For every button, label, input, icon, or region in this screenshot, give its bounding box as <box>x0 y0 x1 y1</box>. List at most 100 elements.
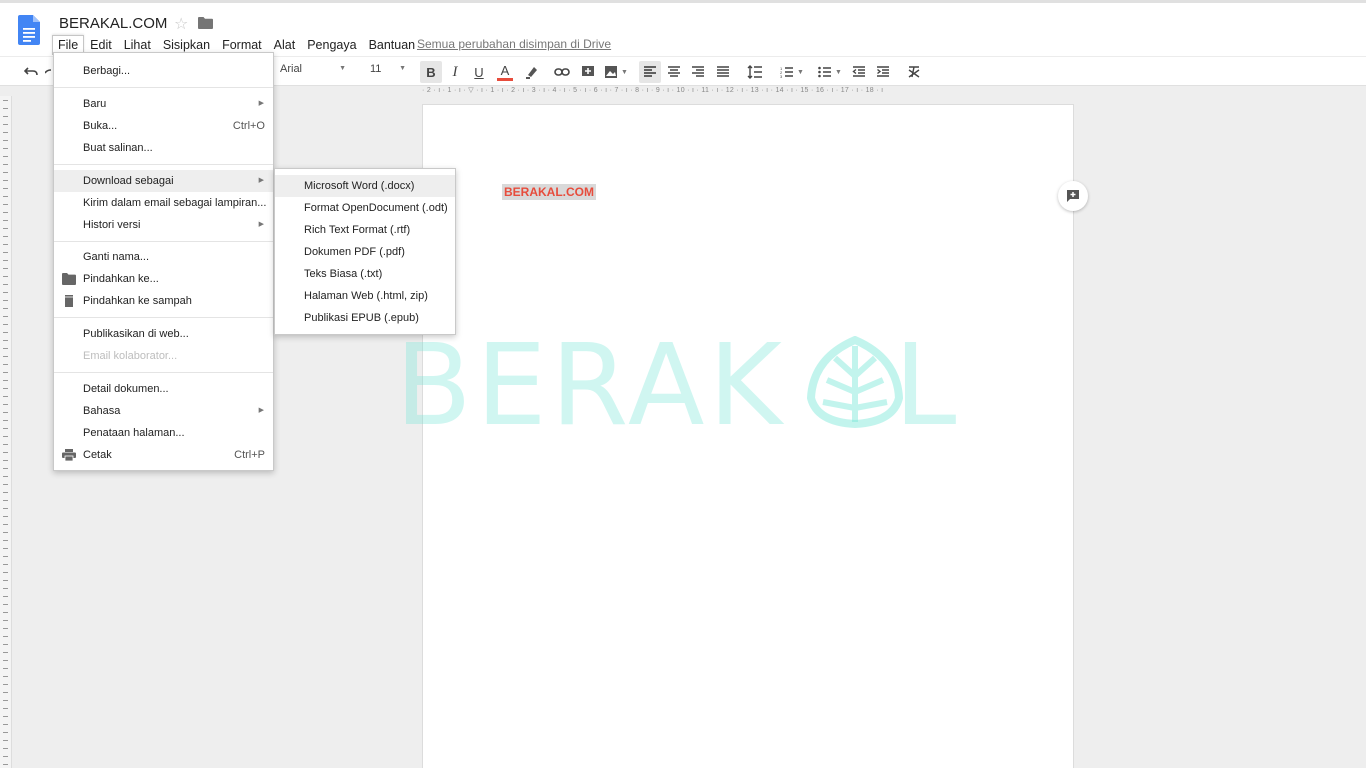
menu-version-history[interactable]: Histori versi ▶ <box>54 214 273 236</box>
bold-button[interactable]: B <box>420 61 442 83</box>
download-docx[interactable]: Microsoft Word (.docx) <box>275 175 455 197</box>
font-family-value: Arial <box>280 63 303 75</box>
add-comment-icon <box>1067 190 1079 202</box>
bulleted-list-button[interactable]: ▼ <box>814 61 846 83</box>
menu-open-shortcut: Ctrl+O <box>232 120 265 132</box>
menu-open[interactable]: Buka... Ctrl+O <box>54 115 273 137</box>
saved-status-link[interactable]: Semua perubahan disimpan di Drive <box>417 37 611 51</box>
document-page[interactable]: BERAKAL.COM <box>422 104 1074 768</box>
submenu-arrow-icon: ▶ <box>258 407 264 414</box>
insert-image-button[interactable]: ▼ <box>602 61 630 83</box>
ruler-tick <box>3 564 8 565</box>
menu-email-attachment[interactable]: Kirim dalam email sebagai lampiran... <box>54 192 273 214</box>
download-odt[interactable]: Format OpenDocument (.odt) <box>275 197 455 219</box>
horizontal-ruler[interactable]: · 2 · ı · 1 · ı · ▽ · ı · 1 · ı · 2 · ı … <box>422 86 1074 96</box>
file-menu-dropdown: Berbagi... Baru ▶ Buka... Ctrl+O Buat sali… <box>53 52 274 471</box>
ruler-tick <box>3 212 8 213</box>
menu-rename[interactable]: Ganti nama... <box>54 246 273 268</box>
align-right-button[interactable] <box>688 61 708 83</box>
align-right-icon <box>692 66 704 77</box>
ruler-tick <box>3 716 8 717</box>
folder-icon[interactable] <box>198 17 213 29</box>
italic-button[interactable]: I <box>445 61 465 83</box>
menu-page-setup[interactable]: Penataan halaman... <box>54 422 273 444</box>
ruler-tick <box>3 380 8 381</box>
increase-indent-button[interactable] <box>873 61 893 83</box>
ruler-tick <box>3 660 8 661</box>
submenu-arrow-icon: ▶ <box>258 221 264 228</box>
ruler-tick <box>3 516 8 517</box>
document-title[interactable]: BERAKAL.COM <box>59 15 167 32</box>
menu-language[interactable]: Bahasa ▶ <box>54 400 273 422</box>
vertical-ruler[interactable] <box>0 96 12 768</box>
menu-share-label: Berbagi... <box>83 65 131 77</box>
insert-comment-button[interactable] <box>578 61 598 83</box>
ruler-tick <box>3 164 8 165</box>
svg-text:3: 3 <box>780 74 783 78</box>
ruler-tick <box>3 260 8 261</box>
docs-logo-icon[interactable] <box>18 15 40 45</box>
ruler-tick <box>3 436 8 437</box>
menu-addons[interactable]: Pengaya <box>301 35 362 55</box>
align-left-button[interactable] <box>639 61 661 83</box>
download-txt[interactable]: Teks Biasa (.txt) <box>275 263 455 285</box>
undo-button[interactable] <box>20 61 42 83</box>
insert-link-button[interactable] <box>552 61 572 83</box>
download-epub[interactable]: Publikasi EPUB (.epub) <box>275 307 455 329</box>
menu-help[interactable]: Bantuan <box>363 35 422 55</box>
ruler-tick <box>3 404 8 405</box>
star-icon[interactable]: ☆ <box>174 14 188 34</box>
ruler-tick <box>3 292 8 293</box>
ruler-tick <box>3 372 8 373</box>
ruler-tick <box>3 756 8 757</box>
app-header: BERAKAL.COM ☆ File Edit Lihat Sisipkan F… <box>0 0 1366 56</box>
menu-print-shortcut: Ctrl+P <box>234 449 265 461</box>
menu-page-setup-label: Penataan halaman... <box>83 427 185 439</box>
chevron-down-icon: ▼ <box>621 68 628 76</box>
justify-button[interactable] <box>713 61 733 83</box>
text-color-button[interactable]: A <box>494 61 516 83</box>
clear-formatting-button[interactable] <box>904 61 924 83</box>
menu-open-label: Buka... <box>83 120 118 132</box>
add-comment-floating-button[interactable] <box>1058 181 1088 211</box>
font-family-select[interactable]: Arial ▼ <box>280 63 350 75</box>
menu-document-details[interactable]: Detail dokumen... <box>54 378 273 400</box>
menu-publish-web[interactable]: Publikasikan di web... <box>54 323 273 345</box>
ruler-tick <box>3 308 8 309</box>
download-html[interactable]: Halaman Web (.html, zip) <box>275 285 455 307</box>
menu-move-to-trash-label: Pindahkan ke sampah <box>83 295 192 307</box>
ruler-tick <box>3 236 8 237</box>
document-text-selection[interactable]: BERAKAL.COM <box>502 184 596 200</box>
ruler-tick <box>3 492 8 493</box>
menu-download-as[interactable]: Download sebagai ▶ <box>54 170 273 192</box>
ruler-tick <box>3 140 8 141</box>
underline-button[interactable]: U <box>469 61 489 83</box>
highlighter-icon <box>526 67 537 79</box>
ruler-tick <box>3 484 8 485</box>
line-spacing-button[interactable] <box>744 61 766 83</box>
text-color-label: A <box>500 62 510 78</box>
menu-share[interactable]: Berbagi... <box>54 60 273 82</box>
ruler-tick <box>3 276 8 277</box>
align-center-button[interactable] <box>664 61 684 83</box>
menu-separator <box>54 317 273 318</box>
numbered-list-button[interactable]: 123 ▼ <box>776 61 808 83</box>
menu-make-copy[interactable]: Buat salinan... <box>54 137 273 159</box>
menu-print[interactable]: Cetak Ctrl+P <box>54 444 273 466</box>
menu-move-to[interactable]: Pindahkan ke... <box>54 268 273 290</box>
ruler-tick <box>3 332 8 333</box>
font-size-select[interactable]: 11 ▼ <box>370 63 410 75</box>
menu-new[interactable]: Baru ▶ <box>54 93 273 115</box>
decrease-indent-button[interactable] <box>849 61 869 83</box>
ruler-tick <box>3 740 8 741</box>
ruler-tick <box>3 388 8 389</box>
ruler-tick <box>3 556 8 557</box>
download-rtf[interactable]: Rich Text Format (.rtf) <box>275 219 455 241</box>
menu-move-to-trash[interactable]: Pindahkan ke sampah <box>54 290 273 312</box>
ruler-tick <box>3 652 8 653</box>
highlight-button[interactable] <box>522 61 542 83</box>
download-pdf[interactable]: Dokumen PDF (.pdf) <box>275 241 455 263</box>
ruler-tick <box>3 196 8 197</box>
ruler-tick <box>3 604 8 605</box>
ruler-tick <box>3 724 8 725</box>
